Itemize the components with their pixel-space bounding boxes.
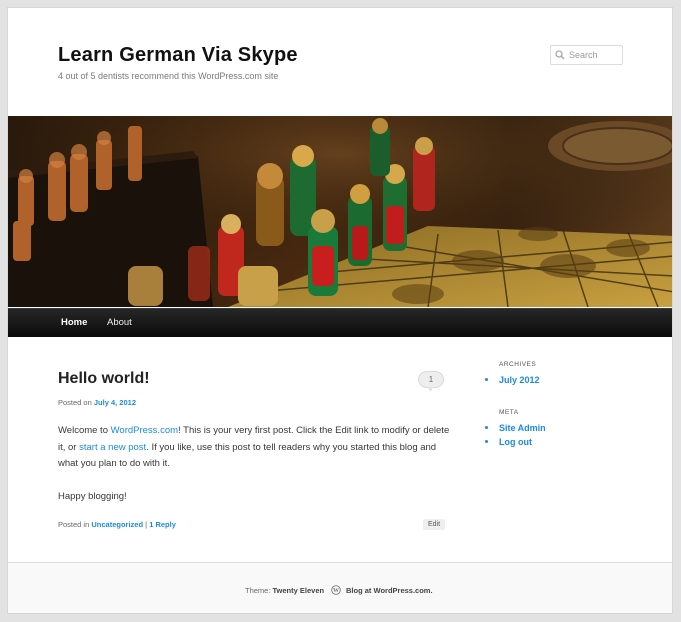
header-image[interactable] <box>8 116 672 307</box>
post-text: Welcome to <box>58 425 111 436</box>
bullet-icon <box>485 378 488 381</box>
posted-on: Posted on July 4, 2012 <box>58 398 136 407</box>
archives-widget-title: ARCHIVES <box>499 361 537 368</box>
posted-on-label: Posted on <box>58 398 92 407</box>
theme-label: Theme: <box>245 586 271 595</box>
bullet-icon <box>485 440 488 443</box>
nav-item-home[interactable]: Home <box>61 317 87 328</box>
chess-header-image <box>8 116 672 307</box>
theme-name-link[interactable]: Twenty Eleven <box>273 586 325 595</box>
reply-link[interactable]: 1 Reply <box>149 520 176 529</box>
meta-item[interactable]: Log out <box>485 435 546 449</box>
post-title[interactable]: Hello world! <box>58 370 150 388</box>
comment-bubble-icon[interactable]: 1 <box>418 371 444 392</box>
footer-theme: Theme: Twenty Eleven <box>245 586 324 595</box>
meta-separator: | <box>145 520 148 529</box>
blog-at-wordpress-link[interactable]: Blog at WordPress.com. <box>346 586 433 595</box>
meta-widget-title: META <box>499 409 519 416</box>
post-paragraph-2: Happy blogging! <box>58 490 127 502</box>
posted-in-label: Posted in <box>58 520 90 529</box>
site-footer: Theme: Twenty Eleven W Blog at WordPress… <box>8 562 672 613</box>
archive-link[interactable]: July 2012 <box>499 375 540 385</box>
comment-count: 1 <box>428 375 434 384</box>
category-link[interactable]: Uncategorized <box>91 520 143 529</box>
search-icon <box>555 50 565 60</box>
meta-list: Site Admin Log out <box>485 421 546 449</box>
post-content: Welcome to WordPress.com! This is your v… <box>58 423 450 521</box>
entry-meta: Posted in Uncategorized | 1 Reply <box>58 520 176 529</box>
new-post-link[interactable]: start a new post <box>79 442 146 453</box>
post-paragraph-1: Welcome to WordPress.com! This is your v… <box>58 423 450 473</box>
edit-button[interactable]: Edit <box>423 519 445 530</box>
site-admin-link[interactable]: Site Admin <box>499 423 546 433</box>
log-out-link[interactable]: Log out <box>499 437 532 447</box>
wordpress-icon: W <box>331 585 341 595</box>
page: Learn German Via Skype 4 out of 5 dentis… <box>7 7 673 614</box>
bullet-icon <box>485 426 488 429</box>
wordpress-link[interactable]: WordPress.com <box>111 425 178 436</box>
post-date-link[interactable]: July 4, 2012 <box>94 398 136 407</box>
nav-item-about[interactable]: About <box>107 317 132 328</box>
main-navigation: Home About <box>8 308 672 337</box>
archives-list: July 2012 <box>485 373 540 387</box>
meta-item[interactable]: Site Admin <box>485 421 546 435</box>
search-input[interactable] <box>569 48 619 62</box>
site-title[interactable]: Learn German Via Skype <box>58 44 298 67</box>
search-box[interactable] <box>550 45 623 65</box>
site-description: 4 out of 5 dentists recommend this WordP… <box>58 71 279 81</box>
svg-text:W: W <box>333 588 339 594</box>
archive-item[interactable]: July 2012 <box>485 373 540 387</box>
